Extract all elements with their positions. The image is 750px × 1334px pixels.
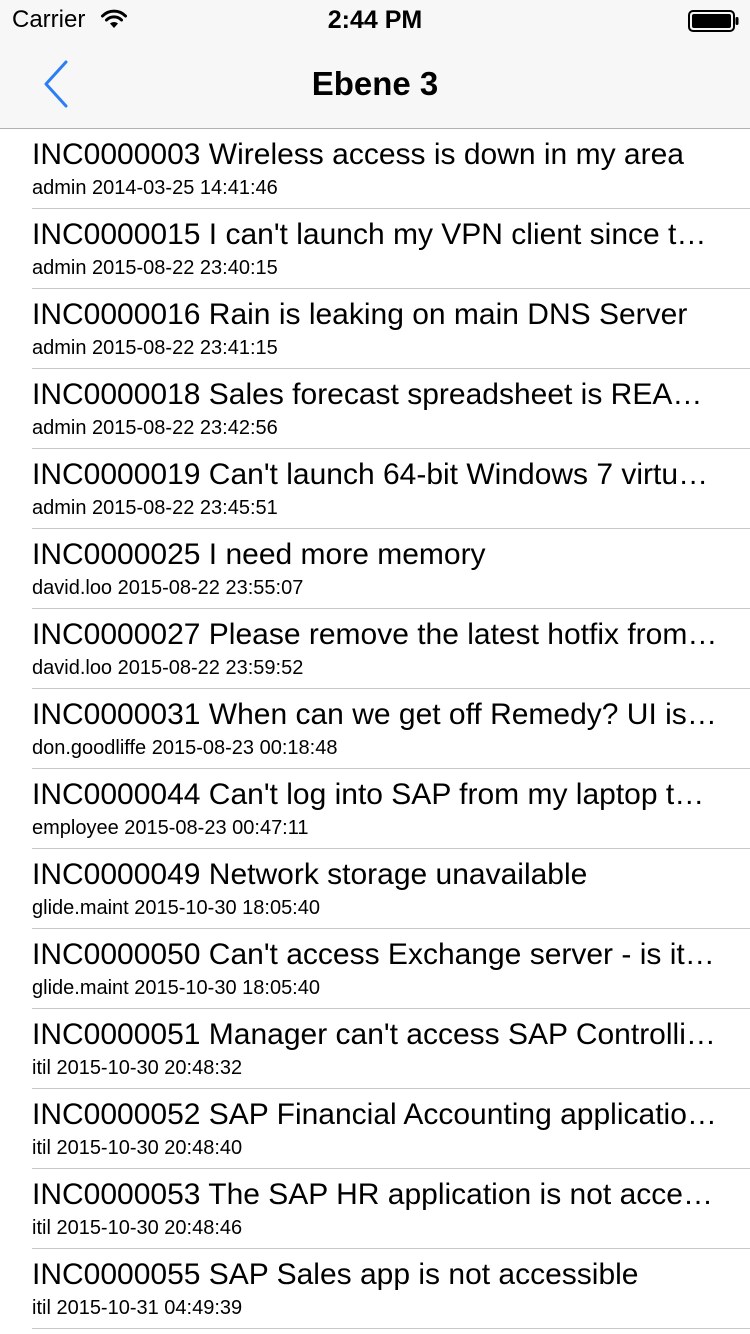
incident-title: INC0000018 Sales forecast spreadsheet is… — [32, 378, 720, 411]
incident-title: INC0000053 The SAP HR application is not… — [32, 1178, 720, 1211]
status-bar: Carrier 2:44 PM — [0, 0, 750, 40]
list-item[interactable]: INC0000050 Can't access Exchange server … — [32, 929, 750, 1009]
list-item[interactable]: INC0000016 Rain is leaking on main DNS S… — [32, 289, 750, 369]
incident-subtitle: itil 2015-10-30 20:48:46 — [32, 1217, 243, 1239]
incident-title: INC0000019 Can't launch 64-bit Windows 7… — [32, 458, 720, 491]
back-button[interactable] — [30, 56, 86, 112]
incident-title: INC0000025 I need more memory — [32, 538, 486, 571]
incident-title: INC0000049 Network storage unavailable — [32, 858, 588, 891]
incident-title: INC0000044 Can't log into SAP from my la… — [32, 778, 720, 811]
list-item[interactable]: INC0000025 I need more memory david.loo 2… — [32, 529, 750, 609]
list-item[interactable]: INC0000027 Please remove the latest hotf… — [32, 609, 750, 689]
list-item[interactable]: INC0000052 SAP Financial Accounting appl… — [32, 1089, 750, 1169]
incident-list: INC0000003 Wireless access is down in my… — [0, 129, 750, 1329]
incident-title: INC0000016 Rain is leaking on main DNS S… — [32, 298, 688, 331]
incident-subtitle: david.loo 2015-08-22 23:59:52 — [32, 657, 304, 679]
incident-title: INC0000051 Manager can't access SAP Cont… — [32, 1018, 720, 1051]
incident-subtitle: admin 2015-08-22 23:42:56 — [32, 417, 278, 439]
incident-subtitle: don.goodliffe 2015-08-23 00:18:48 — [32, 737, 338, 759]
incident-subtitle: admin 2015-08-22 23:45:51 — [32, 497, 278, 519]
list-item[interactable]: INC0000018 Sales forecast spreadsheet is… — [32, 369, 750, 449]
incident-subtitle: admin 2015-08-22 23:40:15 — [32, 257, 278, 279]
incident-title: INC0000027 Please remove the latest hotf… — [32, 618, 720, 651]
incident-subtitle: david.loo 2015-08-22 23:55:07 — [32, 577, 304, 599]
list-item[interactable]: INC0000003 Wireless access is down in my… — [32, 129, 750, 209]
incident-subtitle: itil 2015-10-31 04:49:39 — [32, 1297, 243, 1319]
status-time: 2:44 PM — [327, 6, 423, 34]
incident-title: INC0000052 SAP Financial Accounting appl… — [32, 1098, 720, 1131]
incident-subtitle: admin 2015-08-22 23:41:15 — [32, 337, 278, 359]
list-item[interactable]: INC0000019 Can't launch 64-bit Windows 7… — [32, 449, 750, 529]
list-item[interactable]: INC0000044 Can't log into SAP from my la… — [32, 769, 750, 849]
incident-subtitle: glide.maint 2015-10-30 18:05:40 — [32, 897, 320, 919]
list-item[interactable]: INC0000031 When can we get off Remedy? U… — [32, 689, 750, 769]
incident-title: INC0000050 Can't access Exchange server … — [32, 938, 720, 971]
page-title: Ebene 3 — [311, 65, 439, 102]
incident-subtitle: itil 2015-10-30 20:48:40 — [32, 1137, 243, 1159]
chevron-left-icon — [44, 60, 68, 108]
list-item[interactable]: INC0000051 Manager can't access SAP Cont… — [32, 1009, 750, 1089]
list-item[interactable]: INC0000049 Network storage unavailable gl… — [32, 849, 750, 929]
incident-list-screen: Carrier 2:44 PM Ebene 3 INC0000003 Wirel… — [0, 0, 750, 1334]
incident-subtitle: employee 2015-08-23 00:47:11 — [32, 817, 309, 839]
list-item[interactable]: INC0000015 I can't launch my VPN client … — [32, 209, 750, 289]
incident-title: INC0000015 I can't launch my VPN client … — [32, 218, 720, 251]
incident-title: INC0000003 Wireless access is down in my… — [32, 138, 684, 171]
list-item[interactable]: INC0000053 The SAP HR application is not… — [32, 1169, 750, 1249]
incident-title: INC0000031 When can we get off Remedy? U… — [32, 698, 720, 731]
incident-subtitle: glide.maint 2015-10-30 18:05:40 — [32, 977, 320, 999]
incident-subtitle: itil 2015-10-30 20:48:32 — [32, 1057, 243, 1079]
navigation-bar: Ebene 3 — [0, 40, 750, 129]
incident-title: INC0000055 SAP Sales app is not accessib… — [32, 1258, 639, 1291]
incident-subtitle: admin 2014-03-25 14:41:46 — [32, 177, 278, 199]
list-item[interactable]: INC0000055 SAP Sales app is not accessib… — [32, 1249, 750, 1329]
battery-icon — [688, 10, 740, 32]
